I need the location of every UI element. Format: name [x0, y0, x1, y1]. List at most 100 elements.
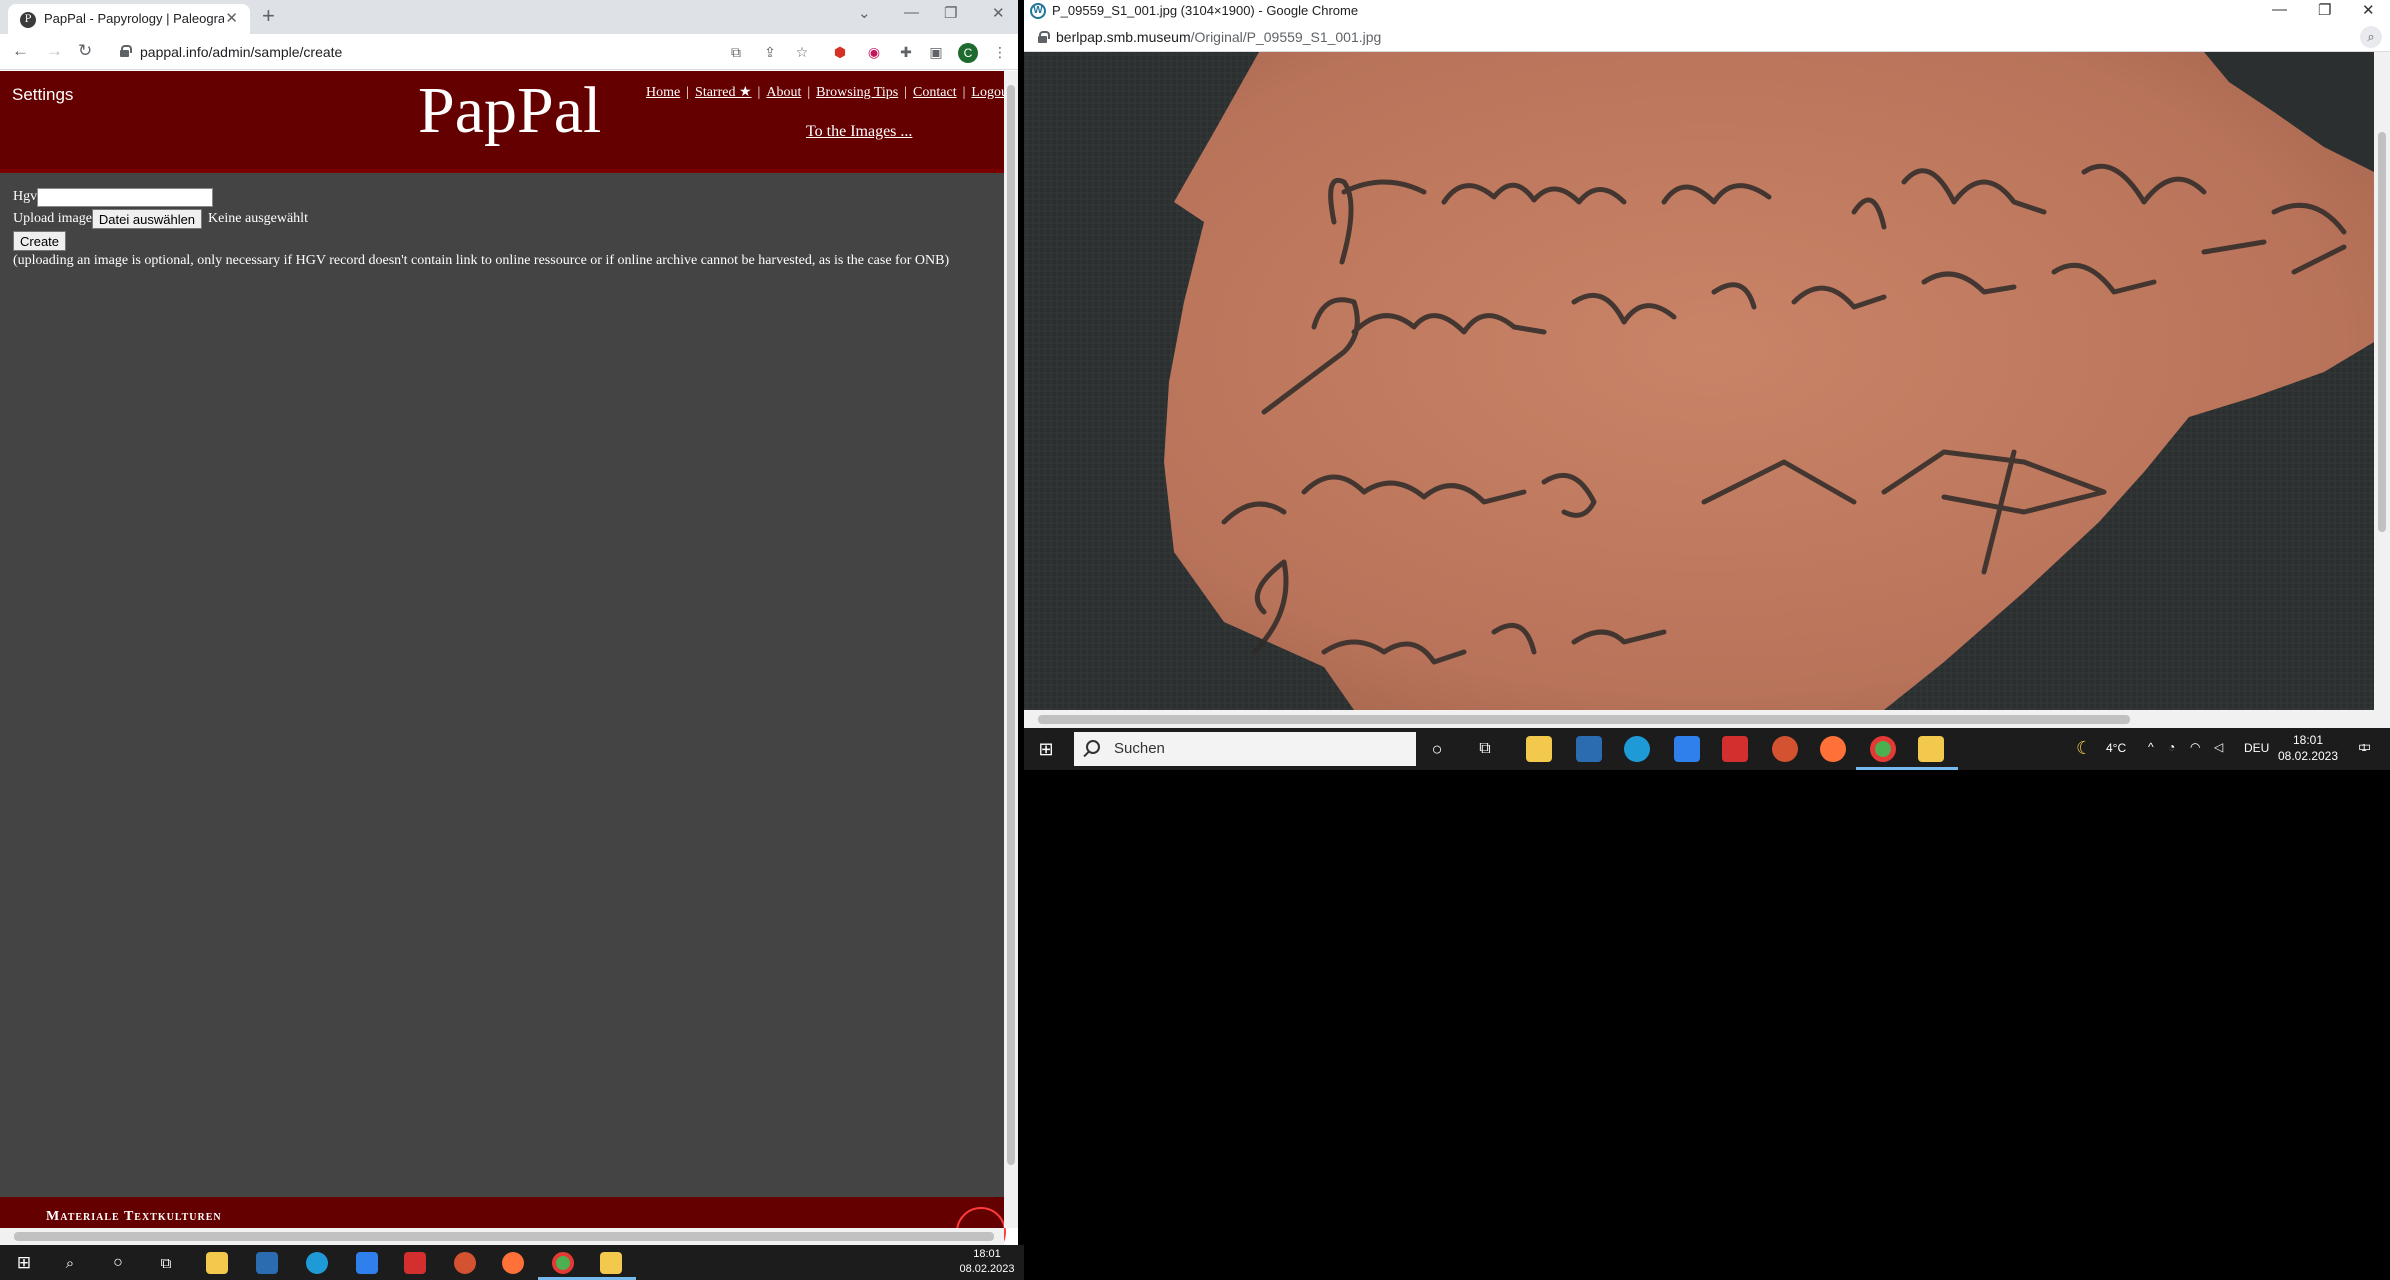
ostracon-image[interactable] [1024, 52, 2374, 710]
powerpoint-icon[interactable] [454, 1252, 476, 1274]
cortana-icon[interactable]: ○ [108, 1253, 128, 1273]
windows-start-icon[interactable]: ⊞ [1036, 739, 1056, 759]
edge-icon[interactable] [1624, 736, 1650, 762]
notification-icon[interactable]: ▭1 [2358, 738, 2371, 755]
site-footer: Materiale Textkulturen [0, 1197, 1006, 1245]
nav-contact[interactable]: Contact [913, 85, 957, 100]
reload-icon[interactable]: ↻ [78, 41, 92, 61]
profile-avatar[interactable]: C [958, 43, 978, 63]
tab-title: PapPal - Papyrology | Paleographic [44, 11, 224, 26]
main-nav: Home | Starred ★ | About | Browsing Tips | Conta… [646, 85, 1012, 100]
firefox-icon[interactable] [502, 1252, 524, 1274]
extension-pink-icon[interactable]: ◉ [866, 44, 882, 60]
task-view-icon[interactable]: ⧉ [1474, 738, 1496, 760]
taskbar-search-box[interactable]: Suchen [1074, 732, 1416, 766]
taskbar-clock[interactable]: 18:01 08.02.2023 [2268, 732, 2348, 764]
taskbar-search-placeholder: Suchen [1114, 740, 1165, 757]
tab-strip: P PapPal - Papyrology | Paleographic ✕ +… [0, 0, 1018, 34]
store-icon[interactable] [1576, 736, 1602, 762]
tray-app-icon[interactable]: ◔ [2168, 740, 2175, 754]
minimize-icon[interactable]: — [904, 4, 919, 21]
ostracon-photo [1024, 52, 2374, 710]
site-header: Settings PapPal Home | Starred ★ | About | Bro… [0, 71, 1012, 173]
acrobat-icon[interactable] [404, 1252, 426, 1274]
translate-icon[interactable]: ⧉ [728, 44, 744, 60]
tray-chevron-icon[interactable]: ^ [2148, 740, 2154, 754]
firefox-icon[interactable] [1820, 736, 1846, 762]
tab-search-icon[interactable]: ⌄ [858, 4, 871, 22]
task-view-icon[interactable]: ⧉ [156, 1253, 176, 1273]
chrome-icon[interactable] [1870, 736, 1896, 762]
file-manager-icon[interactable] [600, 1252, 622, 1274]
nav-starred[interactable]: Starred ★ [695, 85, 751, 100]
extensions-puzzle-icon[interactable]: ✚ [898, 44, 914, 60]
nav-browsing-tips[interactable]: Browsing Tips [816, 85, 898, 100]
mail-icon[interactable] [356, 1252, 378, 1274]
notification-count: 1 [2361, 743, 2367, 754]
lock-icon [120, 45, 132, 57]
file-explorer-icon[interactable] [1526, 736, 1552, 762]
vertical-scrollbar[interactable] [1004, 71, 1018, 1228]
bookmark-star-icon[interactable]: ☆ [794, 44, 810, 60]
extension-red-icon[interactable]: ⬢ [832, 44, 848, 60]
create-sample-form: Hgv Upload image Datei auswählen Keine a… [13, 187, 949, 269]
chrome-icon[interactable] [552, 1252, 574, 1274]
taskbar-left: ⊞ ⌕ ○ ⧉ 18:01 08.02.2023 [0, 1245, 1024, 1280]
taskbar-right: ⊞ Suchen ○ ⧉ ☾ 4°C ^ ◔ ◠ ◁ DEU 18:01 08.… [1024, 728, 2390, 770]
forward-icon[interactable]: → [46, 41, 63, 61]
nav-home[interactable]: Home [646, 85, 680, 100]
footer-text: Materiale Textkulturen [46, 1209, 222, 1224]
choose-file-button[interactable]: Datei auswählen [91, 209, 203, 229]
taskbar-clock[interactable]: 18:01 08.02.2023 [952, 1247, 1022, 1277]
tab-close-icon[interactable]: ✕ [225, 9, 238, 27]
hgv-input[interactable] [37, 187, 214, 207]
popup-url: berlpap.smb.museum/Original/P_09559_S1_0… [1056, 29, 1382, 45]
address-url: pappal.info/admin/sample/create [140, 44, 343, 60]
popup-address-bar[interactable]: berlpap.smb.museum/Original/P_09559_S1_0… [1024, 22, 2390, 52]
share-icon[interactable]: ⇪ [762, 44, 778, 60]
nav-about[interactable]: About [766, 85, 801, 100]
lock-icon [1038, 31, 1050, 43]
create-button[interactable]: Create [13, 231, 67, 251]
network-icon[interactable]: ◠ [2190, 740, 2200, 754]
cortana-icon[interactable]: ○ [1426, 738, 1448, 760]
popup-restore-icon[interactable]: ❐ [2318, 1, 2331, 19]
file-status: Keine ausgewählt [208, 211, 308, 226]
file-explorer-icon[interactable] [206, 1252, 228, 1274]
weather-moon-icon[interactable]: ☾ [2076, 738, 2092, 759]
popup-close-icon[interactable]: ✕ [2362, 1, 2375, 19]
popup-minimize-icon[interactable]: — [2272, 1, 2287, 18]
new-tab-icon[interactable]: + [262, 3, 275, 29]
window-close-icon[interactable]: ✕ [992, 4, 1005, 22]
right-browser-window: W P_09559_S1_001.jpg (3104×1900) - Googl… [1024, 0, 2390, 728]
wordpress-favicon-icon: W [1030, 3, 1046, 19]
volume-icon[interactable]: ◁ [2214, 740, 2223, 754]
settings-link[interactable]: Settings [12, 85, 73, 105]
tab-pappal[interactable]: P PapPal - Papyrology | Paleographic ✕ [8, 4, 250, 34]
weather-temperature[interactable]: 4°C [2106, 741, 2126, 755]
popup-horizontal-scrollbar[interactable] [1024, 710, 2374, 728]
site-logo[interactable]: PapPal [418, 73, 601, 149]
browser-toolbar: ← → ↻ pappal.info/admin/sample/create ⧉ … [0, 34, 1018, 70]
restore-icon[interactable]: ❐ [944, 4, 957, 22]
powerpoint-icon[interactable] [1772, 736, 1798, 762]
upload-image-label: Upload image [13, 211, 92, 226]
windows-start-icon[interactable]: ⊞ [14, 1253, 34, 1273]
store-icon[interactable] [256, 1252, 278, 1274]
popup-title-bar: W P_09559_S1_001.jpg (3104×1900) - Googl… [1024, 0, 2390, 22]
popup-vertical-scrollbar[interactable] [2374, 52, 2390, 728]
back-icon[interactable]: ← [12, 41, 29, 61]
search-icon[interactable]: ⌕ [60, 1253, 80, 1273]
chrome-menu-icon[interactable]: ⋮ [992, 44, 1008, 60]
edge-icon[interactable] [306, 1252, 328, 1274]
horizontal-scrollbar[interactable] [0, 1228, 1004, 1245]
hgv-label: Hgv [13, 189, 38, 204]
acrobat-icon[interactable] [1722, 736, 1748, 762]
to-images-link[interactable]: To the Images ... [806, 123, 912, 141]
side-panel-icon[interactable]: ▣ [928, 44, 944, 60]
file-manager-icon[interactable] [1918, 736, 1944, 762]
address-bar[interactable]: pappal.info/admin/sample/create [112, 38, 722, 66]
language-indicator[interactable]: DEU [2244, 741, 2269, 755]
mail-icon[interactable] [1674, 736, 1700, 762]
zoom-icon[interactable]: ⌕ [2360, 26, 2382, 48]
